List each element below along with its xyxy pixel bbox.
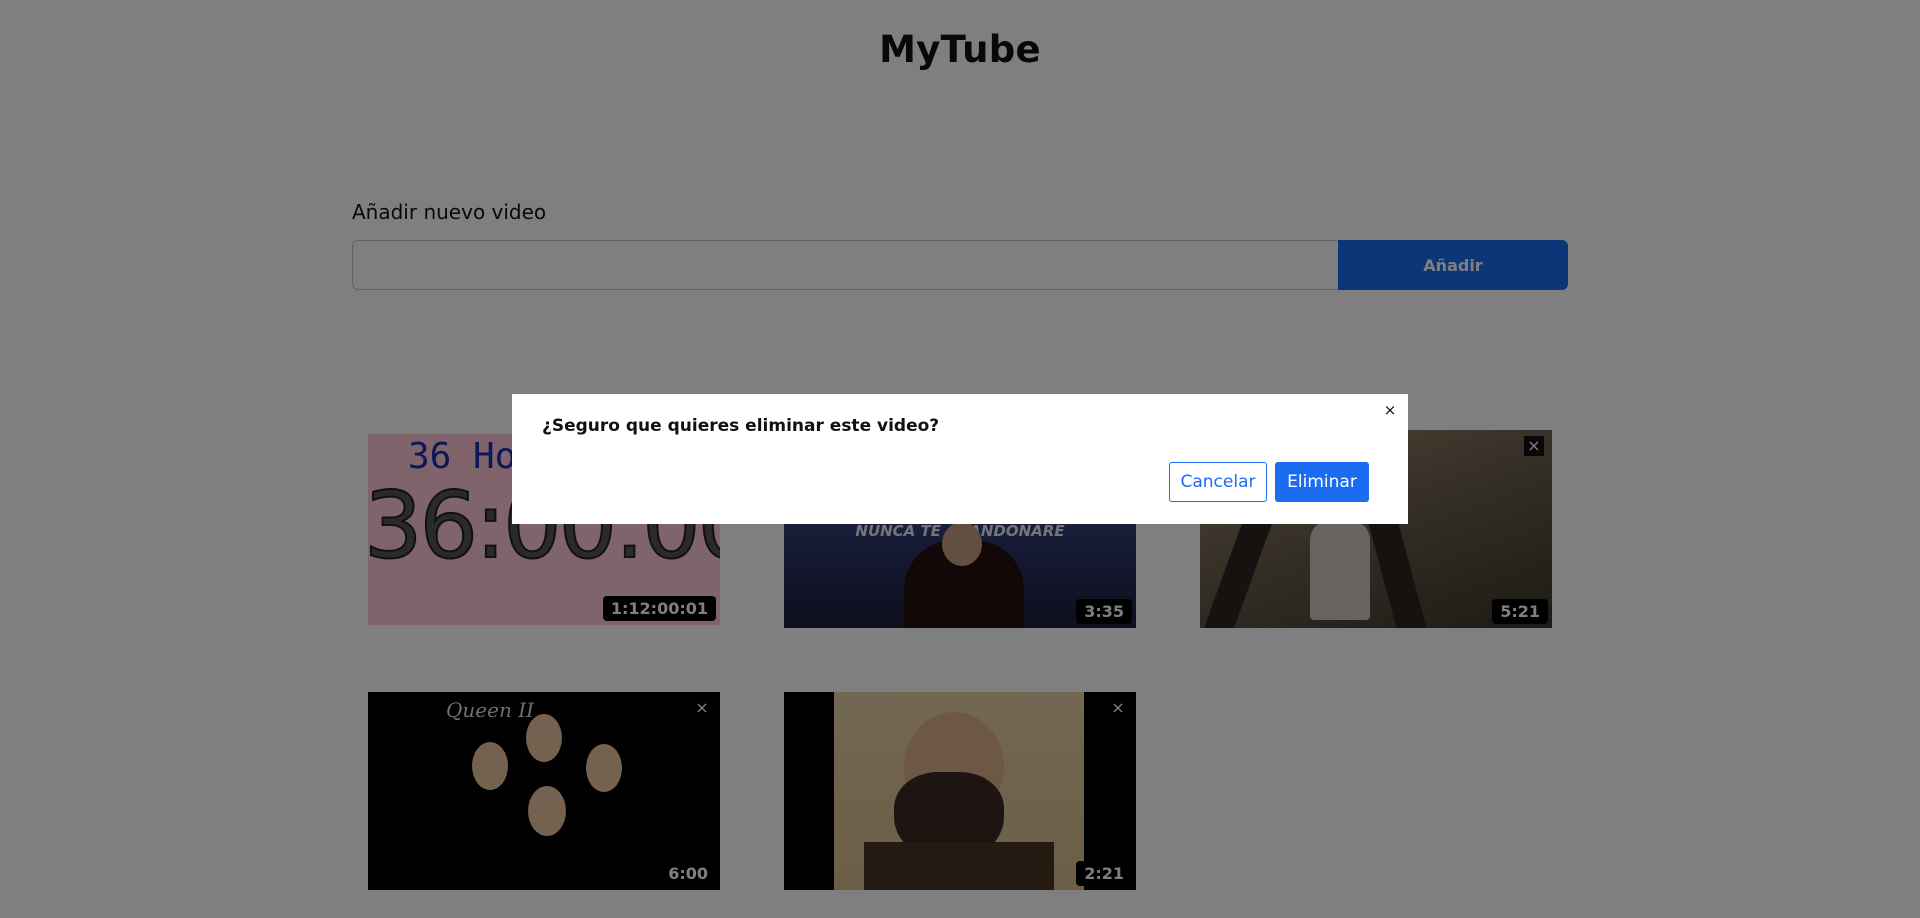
delete-button[interactable]: Eliminar	[1275, 462, 1369, 502]
cancel-button[interactable]: Cancelar	[1169, 462, 1267, 502]
close-icon[interactable]: ×	[1382, 402, 1398, 418]
confirm-delete-dialog: ¿Seguro que quieres eliminar este video?…	[512, 394, 1408, 524]
dialog-message: ¿Seguro que quieres eliminar este video?	[542, 416, 940, 436]
